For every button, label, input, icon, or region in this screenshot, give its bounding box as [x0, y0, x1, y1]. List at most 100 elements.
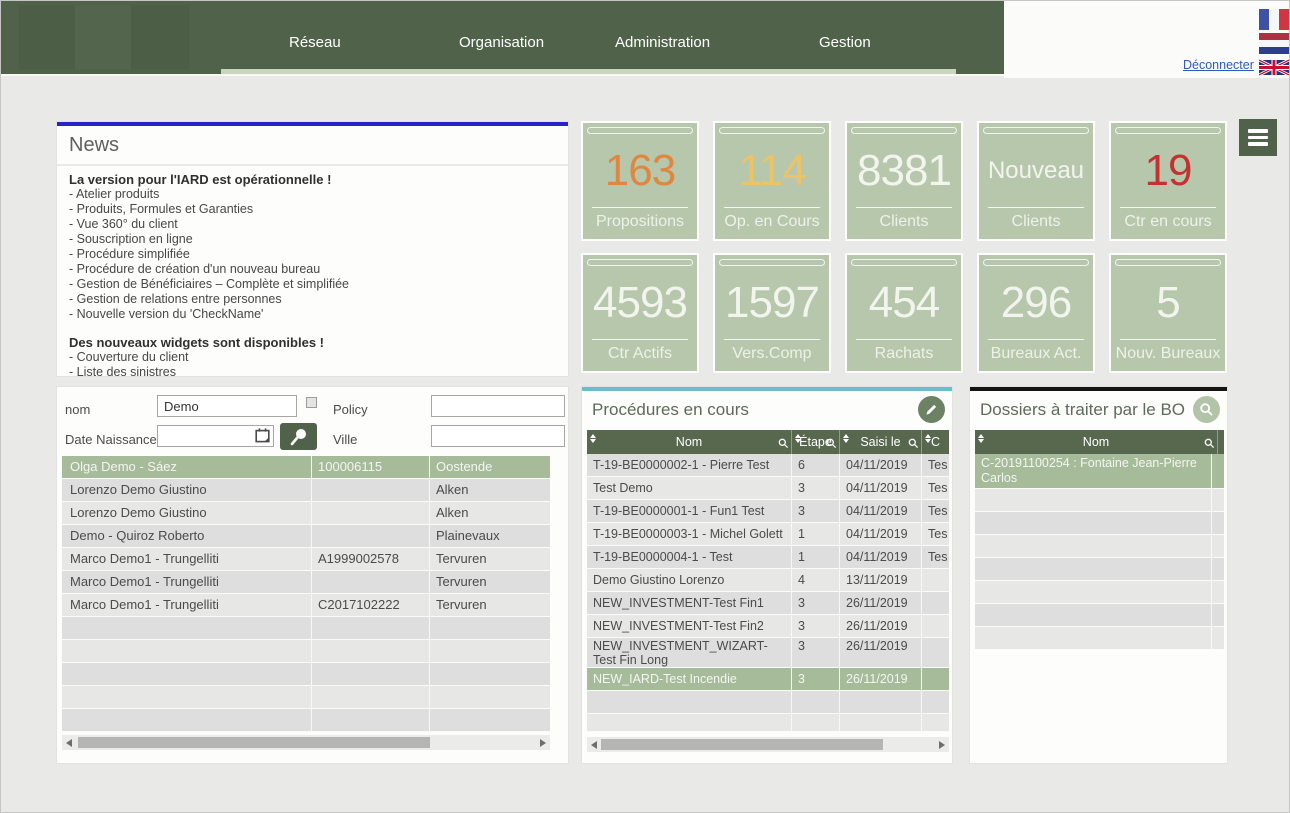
table-row-empty[interactable]	[587, 691, 949, 714]
table-row-empty[interactable]	[62, 617, 550, 640]
table-row[interactable]: Lorenzo Demo Giustino Alken	[62, 502, 550, 525]
table-row-empty[interactable]	[975, 627, 1224, 650]
table-row-empty[interactable]	[62, 686, 550, 709]
tile-pill-decoration	[851, 127, 957, 134]
scrollbar-thumb[interactable]	[601, 739, 883, 750]
nav-item-organisation[interactable]: Organisation	[459, 34, 544, 51]
scrollbar-thumb[interactable]	[78, 737, 430, 748]
kpi-tile-contrats-en-cours[interactable]: 19 Ctr en cours	[1109, 121, 1227, 241]
kpi-label: Vers.Comp	[715, 340, 829, 371]
table-row-empty[interactable]	[62, 709, 550, 732]
scroll-left-arrow-icon[interactable]	[591, 741, 597, 749]
sort-icon[interactable]	[843, 434, 849, 443]
procedures-table-header: Nom Étape Saisi le C	[587, 430, 949, 454]
column-filter-icon[interactable]	[778, 438, 789, 452]
nom-input[interactable]	[157, 395, 297, 417]
bo-search-button[interactable]	[1193, 396, 1220, 423]
policy-input[interactable]	[431, 395, 565, 417]
kpi-tile-nouveau-clients[interactable]: Nouveau Clients	[977, 121, 1095, 241]
calendar-icon[interactable]	[254, 427, 271, 449]
table-row-empty[interactable]	[62, 663, 550, 686]
table-row-empty[interactable]	[587, 714, 949, 732]
kpi-tile-propositions[interactable]: 163 Propositions	[581, 121, 699, 241]
table-row[interactable]: Demo Giustino Lorenzo413/11/2019	[587, 569, 949, 592]
column-header-nom[interactable]: Nom	[975, 430, 1218, 454]
table-row-empty[interactable]	[975, 581, 1224, 604]
table-row-empty[interactable]	[975, 604, 1224, 627]
table-row[interactable]: Marco Demo1 - Trungelliti C2017102222 Te…	[62, 594, 550, 617]
table-row[interactable]: Marco Demo1 - Trungelliti A1999002578 Te…	[62, 548, 550, 571]
scroll-left-arrow-icon[interactable]	[66, 739, 72, 747]
kpi-tile-bureaux-actifs[interactable]: 296 Bureaux Act.	[977, 253, 1095, 373]
cell-policy: 100006115	[312, 456, 430, 478]
table-row[interactable]: Test Demo304/11/2019Tes	[587, 477, 949, 500]
cell-policy: A1999002578	[312, 548, 430, 570]
sort-icon[interactable]	[590, 434, 596, 443]
tile-pill-decoration	[719, 259, 825, 266]
table-row[interactable]: T-19-BE0000004-1 - Test104/11/2019Tes	[587, 546, 949, 569]
table-row-empty[interactable]	[975, 512, 1224, 535]
table-row-empty[interactable]	[975, 489, 1224, 512]
kpi-tile-clients[interactable]: 8381 Clients	[845, 121, 963, 241]
france-flag-icon[interactable]	[1259, 9, 1289, 30]
horizontal-scrollbar[interactable]	[587, 737, 949, 752]
table-row-selected[interactable]: NEW_IARD-Test Incendie326/11/2019	[587, 668, 949, 691]
kpi-tile-versements-comp[interactable]: 1597 Vers.Comp	[713, 253, 831, 373]
exact-match-checkbox[interactable]	[306, 397, 317, 408]
column-header-etape[interactable]: Étape	[792, 430, 840, 454]
table-row[interactable]: Lorenzo Demo Giustino Alken	[62, 479, 550, 502]
nav-item-gestion[interactable]: Gestion	[819, 34, 871, 51]
kpi-tile-nouveaux-bureaux[interactable]: 5 Nouv. Bureaux	[1109, 253, 1227, 373]
kpi-label: Rachats	[847, 340, 961, 371]
table-row[interactable]: NEW_INVESTMENT-Test Fin2326/11/2019	[587, 615, 949, 638]
column-filter-icon[interactable]	[1204, 438, 1215, 452]
sort-icon[interactable]	[795, 434, 801, 443]
scroll-right-arrow-icon[interactable]	[540, 739, 546, 747]
column-header-nom[interactable]: Nom	[587, 430, 792, 454]
kpi-tile-rachats[interactable]: 454 Rachats	[845, 253, 963, 373]
sort-icon[interactable]	[925, 434, 931, 443]
netherlands-flag-icon[interactable]	[1259, 33, 1289, 54]
kpi-label: Clients	[979, 208, 1093, 239]
nav-item-administration[interactable]: Administration	[615, 34, 710, 51]
table-row[interactable]: Marco Demo1 - Trungelliti Tervuren	[62, 571, 550, 594]
column-filter-icon[interactable]	[908, 438, 919, 452]
kpi-tile-contrats-actifs[interactable]: 4593 Ctr Actifs	[581, 253, 699, 373]
tile-pill-decoration	[1115, 127, 1221, 134]
column-filter-icon[interactable]	[826, 438, 837, 452]
logout-link[interactable]: Déconnecter	[1183, 58, 1254, 72]
client-search-button[interactable]	[280, 423, 317, 450]
kpi-value: 114	[715, 123, 829, 207]
uk-flag-icon[interactable]	[1259, 57, 1289, 78]
table-row[interactable]: T-19-BE0000001-1 - Fun1 Test304/11/2019T…	[587, 500, 949, 523]
kpi-label: Op. en Cours	[715, 208, 829, 239]
sort-icon[interactable]	[978, 434, 984, 443]
procedures-table: Nom Étape Saisi le C	[587, 430, 949, 732]
hamburger-menu-button[interactable]	[1239, 119, 1277, 156]
edit-procedure-button[interactable]	[918, 396, 945, 423]
nav-item-reseau[interactable]: Réseau	[289, 34, 341, 51]
tile-pill-decoration	[983, 259, 1089, 266]
news-item: Gestion de Bénéficiaires – Complète et s…	[69, 277, 556, 292]
table-row[interactable]: T-19-BE0000003-1 - Michel Golett104/11/2…	[587, 523, 949, 546]
ville-input[interactable]	[431, 425, 565, 447]
table-row-empty[interactable]	[975, 558, 1224, 581]
table-row-selected[interactable]: C-20191100254 : Fontaine Jean-Pierre Car…	[975, 454, 1224, 489]
table-row[interactable]: T-19-BE0000002-1 - Pierre Test604/11/201…	[587, 454, 949, 477]
tile-pill-decoration	[851, 259, 957, 266]
table-row[interactable]: NEW_INVESTMENT-Test Fin1326/11/2019	[587, 592, 949, 615]
table-row-empty[interactable]	[62, 640, 550, 663]
client-search-panel: nom Policy Date Naissance Ville	[56, 386, 569, 764]
horizontal-scrollbar[interactable]	[62, 735, 550, 750]
top-navigation-bar: Réseau Organisation Administration Gesti…	[1, 1, 1004, 76]
table-row-empty[interactable]	[975, 535, 1224, 558]
app-logo	[19, 5, 189, 69]
scroll-right-arrow-icon[interactable]	[939, 741, 945, 749]
kpi-tile-operations-en-cours[interactable]: 114 Op. en Cours	[713, 121, 831, 241]
table-row[interactable]: NEW_INVESTMENT_WIZART-Test Fin Long326/1…	[587, 638, 949, 668]
table-row[interactable]: Olga Demo - Sáez 100006115 Oostende	[62, 456, 550, 479]
column-header-c[interactable]: C	[922, 430, 949, 454]
column-header-saisi-le[interactable]: Saisi le	[840, 430, 922, 454]
kpi-label: Bureaux Act.	[979, 340, 1093, 371]
table-row[interactable]: Demo - Quiroz Roberto Plainevaux	[62, 525, 550, 548]
